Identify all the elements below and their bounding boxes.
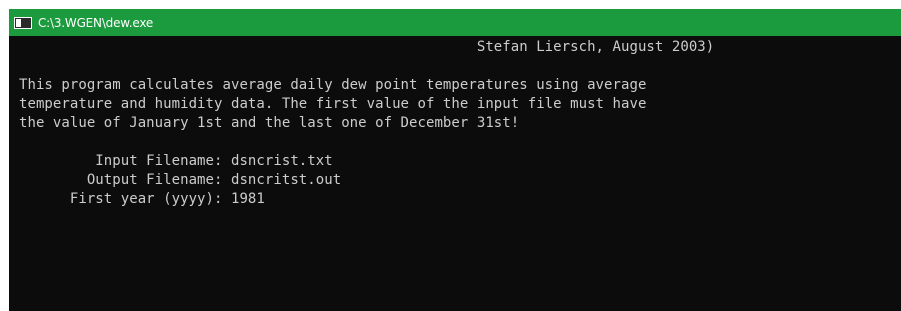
description-line-3: the value of January 1st and the last on…: [19, 115, 520, 131]
description-line-2: temperature and humidity data. The first…: [19, 96, 647, 112]
description-line-1: This program calculates average daily de…: [19, 77, 647, 93]
title-bar[interactable]: C:\3.WGEN\dew.exe: [9, 9, 901, 36]
console-output[interactable]: Stefan Liersch, August 2003) This progra…: [9, 36, 901, 311]
first-year-line: First year (yyyy): 1981: [19, 191, 265, 207]
window-title: C:\3.WGEN\dew.exe: [38, 15, 154, 30]
console-app-icon[interactable]: [14, 16, 32, 29]
credit-line: Stefan Liersch, August 2003): [19, 39, 715, 55]
output-filename-line: Output Filename: dsncritst.out: [19, 172, 342, 188]
input-filename-line: Input Filename: dsncrist.txt: [19, 153, 333, 169]
console-window: C:\3.WGEN\dew.exe Stefan Liersch, August…: [0, 0, 901, 311]
